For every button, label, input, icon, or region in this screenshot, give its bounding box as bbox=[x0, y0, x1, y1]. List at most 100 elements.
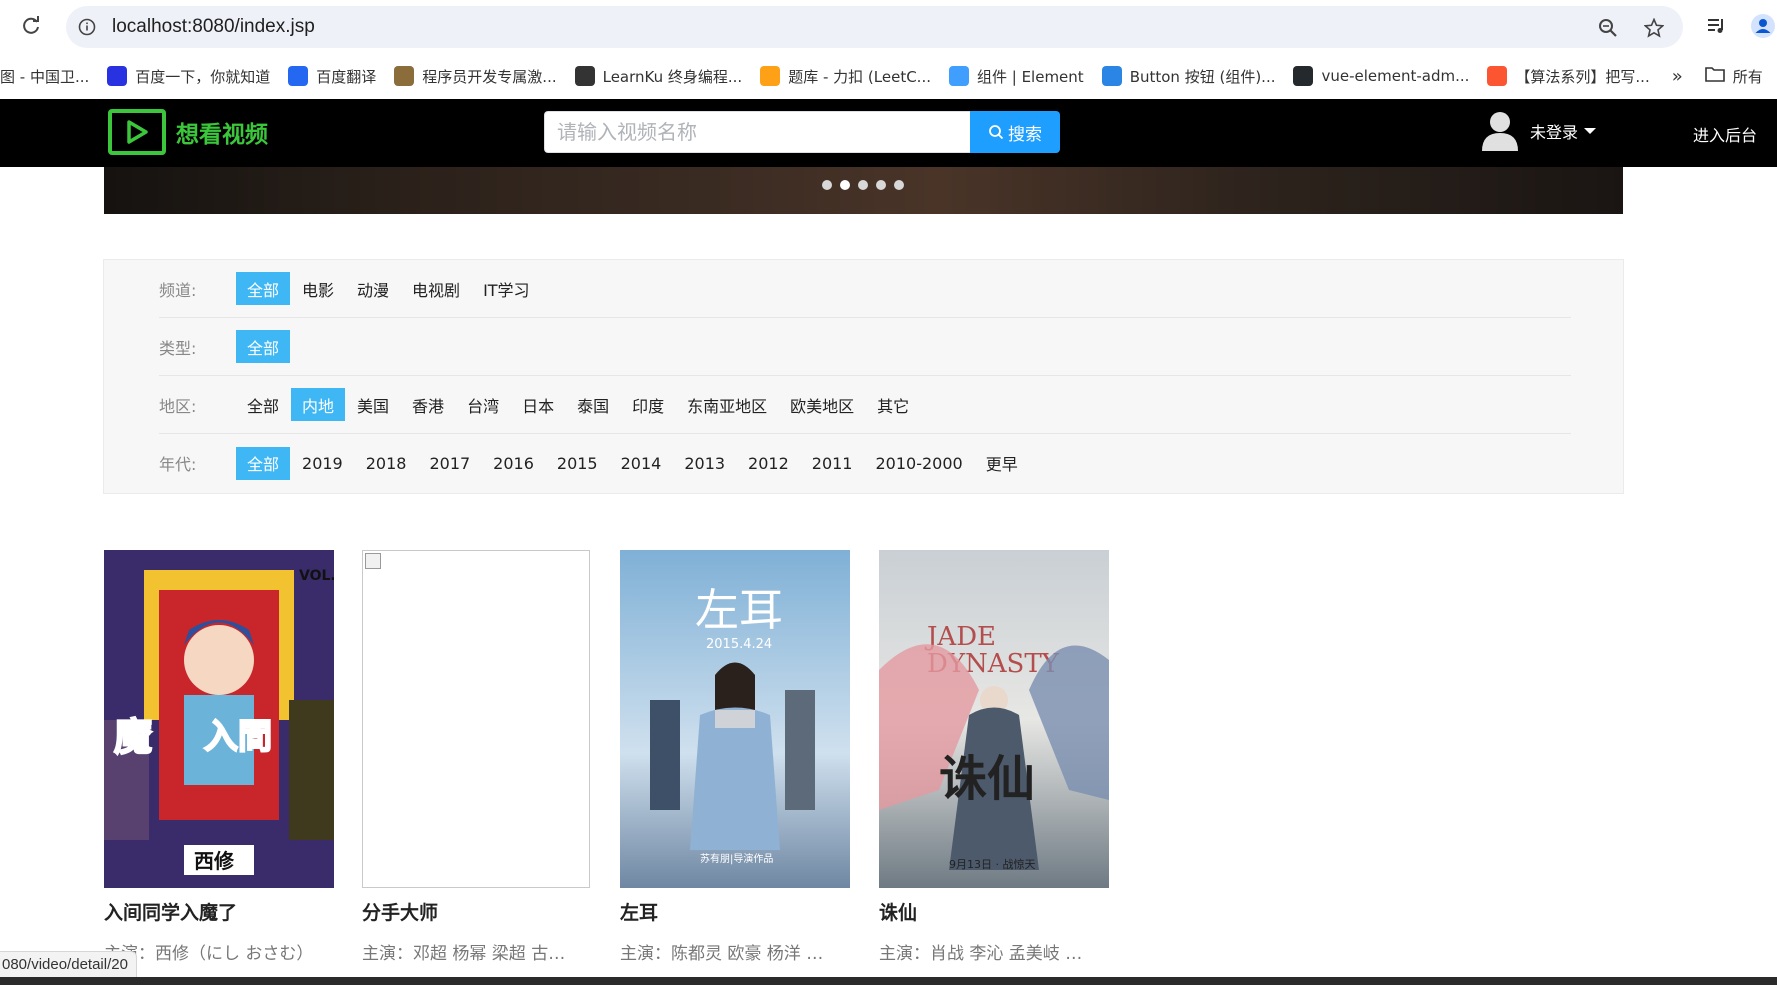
media-queue-icon[interactable] bbox=[1703, 12, 1731, 40]
filter-option[interactable]: 泰国 bbox=[566, 388, 620, 421]
bookmark-item[interactable]: 题库 - 力扣 (LeetC... bbox=[760, 66, 931, 87]
bookmark-item[interactable]: LearnKu 终身编程... bbox=[574, 66, 743, 87]
carousel-dot[interactable] bbox=[894, 180, 904, 190]
video-poster[interactable]: VOL.1 魔 入間 西修 bbox=[104, 550, 334, 888]
video-title[interactable]: 左耳 bbox=[620, 898, 850, 925]
filter-option[interactable]: 欧美地区 bbox=[779, 388, 865, 421]
bookmark-item[interactable]: 图 - 中国卫... bbox=[0, 66, 89, 87]
filter-option[interactable]: 日本 bbox=[511, 388, 565, 421]
bookmark-item[interactable]: 百度一下，你就知道 bbox=[107, 66, 270, 87]
filter-option[interactable]: 电影 bbox=[291, 272, 345, 305]
bookmark-item[interactable]: 组件 | Element bbox=[948, 66, 1084, 87]
baidu-paw-icon bbox=[107, 66, 128, 86]
filter-label: 年代: bbox=[159, 455, 197, 474]
search-button[interactable]: 搜索 bbox=[970, 111, 1060, 153]
filter-row: 类型: 全部 bbox=[159, 318, 1571, 376]
bookmark-label: 百度一下，你就知道 bbox=[135, 67, 271, 86]
video-title[interactable]: 诛仙 bbox=[879, 898, 1109, 925]
address-url[interactable]: localhost:8080/index.jsp bbox=[112, 16, 315, 38]
video-card[interactable]: 分手大师主演：邓超 杨幂 梁超 古力娜扎 bbox=[362, 550, 592, 964]
bookmark-label: vue-element-adm... bbox=[1321, 67, 1470, 85]
profile-icon[interactable] bbox=[1749, 12, 1777, 40]
video-card[interactable]: JADE DYNASTY 诛仙 9月13日 · 战惊天 诛仙 主演：肖战 李沁 孟… bbox=[879, 550, 1109, 964]
filter-option[interactable]: IT学习 bbox=[472, 272, 541, 305]
filter-panel: 频道: 全部 电影 动漫 电视剧 IT学习 类型: 全部 地区: 全部 内地 美国 香港 台湾 日本 泰国 印度… bbox=[103, 259, 1624, 494]
bottom-strip bbox=[0, 977, 1777, 985]
folder-icon bbox=[1704, 66, 1725, 86]
video-poster[interactable]: 左耳 2015.4.24 苏有朋|导演作品 bbox=[620, 550, 850, 888]
filter-option[interactable]: 全部 bbox=[236, 272, 291, 305]
bookmark-star-icon[interactable] bbox=[1641, 15, 1667, 41]
user-avatar-icon bbox=[1482, 111, 1518, 151]
filter-option[interactable]: 2014 bbox=[610, 447, 673, 480]
logo-text: 想看视频 bbox=[176, 122, 268, 148]
search-button-label: 搜索 bbox=[1008, 124, 1042, 145]
broken-image-icon bbox=[365, 553, 381, 569]
filter-option[interactable]: 2013 bbox=[673, 447, 736, 480]
video-search-input[interactable] bbox=[544, 111, 970, 153]
bookmark-item[interactable]: Button 按钮 (组件)... bbox=[1101, 66, 1275, 87]
filter-option[interactable]: 2017 bbox=[418, 447, 481, 480]
bookmark-item[interactable]: 程序员开发专属激... bbox=[394, 66, 557, 87]
filter-option[interactable]: 2019 bbox=[291, 447, 354, 480]
filter-row: 地区: 全部 内地 美国 香港 台湾 日本 泰国 印度 东南亚地区 欧美地区 其它 bbox=[159, 376, 1571, 434]
search-bar: 搜索 bbox=[544, 111, 1060, 153]
filter-option[interactable]: 其它 bbox=[866, 388, 920, 421]
folder-label: 所有 bbox=[1732, 67, 1763, 86]
filter-row: 年代: 全部 2019 2018 2017 2016 2015 2014 2013 2012 201… bbox=[159, 434, 1571, 492]
video-title[interactable]: 入间同学入魔了 bbox=[104, 898, 334, 925]
filter-option[interactable]: 2010-2000 bbox=[864, 447, 973, 480]
filter-option[interactable]: 2011 bbox=[801, 447, 864, 480]
filter-option[interactable]: 2012 bbox=[737, 447, 800, 480]
bookmarks-overflow-icon[interactable]: » bbox=[1672, 66, 1683, 87]
filter-option[interactable]: 全部 bbox=[236, 446, 291, 480]
filter-option[interactable]: 2015 bbox=[546, 447, 609, 480]
carousel-banner[interactable] bbox=[104, 167, 1623, 214]
all-bookmarks-folder[interactable]: 所有 bbox=[1704, 66, 1763, 87]
search-icon bbox=[989, 125, 1004, 140]
bookmark-item[interactable]: 百度翻译 bbox=[288, 66, 376, 87]
address-bar[interactable]: localhost:8080/index.jsp bbox=[66, 6, 1683, 48]
link-status-bar: 080/video/detail/20 bbox=[0, 951, 137, 977]
site-info-icon[interactable] bbox=[76, 16, 98, 38]
filter-option[interactable]: 台湾 bbox=[456, 388, 510, 421]
filter-option[interactable]: 印度 bbox=[621, 388, 675, 421]
video-title[interactable]: 分手大师 bbox=[362, 898, 592, 925]
filter-option[interactable]: 2018 bbox=[355, 447, 418, 480]
element-icon bbox=[948, 66, 969, 86]
zoom-icon[interactable] bbox=[1595, 15, 1621, 41]
reload-icon[interactable] bbox=[18, 13, 44, 39]
svg-text:魔: 魔 bbox=[114, 715, 152, 759]
video-cast: 主演：邓超 杨幂 梁超 古力娜扎 bbox=[362, 944, 576, 964]
carousel-dot[interactable] bbox=[858, 180, 868, 190]
baidu-translate-icon bbox=[288, 66, 309, 86]
browser-toolbar: localhost:8080/index.jsp bbox=[0, 0, 1777, 53]
bookmark-label: LearnKu 终身编程... bbox=[602, 67, 743, 86]
broken-poster-image[interactable] bbox=[362, 550, 590, 888]
svg-text:诛仙: 诛仙 bbox=[939, 751, 1035, 807]
bookmark-item[interactable]: vue-element-adm... bbox=[1293, 66, 1469, 86]
filter-option[interactable]: 内地 bbox=[291, 388, 346, 421]
carousel-dot[interactable] bbox=[822, 180, 832, 190]
filter-option[interactable]: 电视剧 bbox=[401, 272, 471, 305]
filter-option[interactable]: 全部 bbox=[236, 330, 291, 363]
filter-option[interactable]: 东南亚地区 bbox=[676, 388, 778, 421]
user-dropdown[interactable]: 未登录 bbox=[1482, 111, 1597, 151]
bookmark-item[interactable]: 【算法系列】把写... bbox=[1487, 66, 1650, 87]
site-logo[interactable]: 想看视频 bbox=[108, 109, 268, 155]
caret-down-icon bbox=[1584, 128, 1597, 134]
video-poster[interactable]: JADE DYNASTY 诛仙 9月13日 · 战惊天 bbox=[879, 550, 1109, 888]
filter-option[interactable]: 美国 bbox=[346, 388, 400, 421]
video-card[interactable]: 左耳 2015.4.24 苏有朋|导演作品 左耳 主演：陈都灵 欧豪 杨洋 段博文 bbox=[620, 550, 850, 964]
carousel-dot[interactable] bbox=[876, 180, 886, 190]
filter-option[interactable]: 全部 bbox=[236, 388, 290, 421]
filter-option[interactable]: 更早 bbox=[975, 447, 1029, 480]
svg-text:苏有朋|导演作品: 苏有朋|导演作品 bbox=[700, 852, 773, 865]
csdn-icon bbox=[1487, 66, 1508, 86]
admin-link[interactable]: 进入后台 bbox=[1693, 122, 1757, 146]
filter-option[interactable]: 动漫 bbox=[346, 272, 400, 305]
carousel-dot[interactable] bbox=[840, 180, 850, 190]
filter-option[interactable]: 2016 bbox=[482, 447, 545, 480]
video-card[interactable]: VOL.1 魔 入間 西修 入间同学入魔了主演：西修（にし おさむ） bbox=[104, 550, 334, 964]
filter-option[interactable]: 香港 bbox=[401, 388, 455, 421]
